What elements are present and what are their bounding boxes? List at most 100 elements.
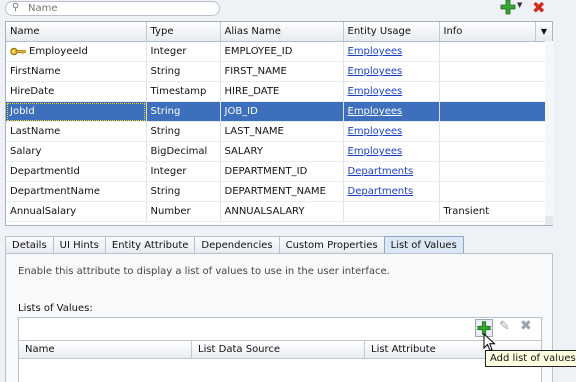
tab-custom-properties[interactable]: Custom Properties [278,236,385,254]
entity-usage-link[interactable]: Employees [348,86,403,97]
search-icon: ⚲ [12,2,20,13]
tooltip: Add list of values [485,350,576,367]
attribute-name-text: DepartmentName [10,186,101,197]
attribute-name-cell[interactable]: FirstName [6,61,147,82]
attributes-table[interactable]: Name Type Alias Name Entity Usage Info E… [5,21,553,226]
entity-usage-cell[interactable]: Employees [343,81,440,102]
table-row[interactable]: DepartmentId Integer DEPARTMENT_ID Departme… [6,161,547,182]
entity-usage-link[interactable]: Employees [348,106,403,117]
alias-name-cell[interactable]: EMPLOYEE_ID [220,41,344,62]
entity-usage-cell[interactable]: Employees [343,41,440,62]
vertical-scrollbar[interactable] [545,41,553,224]
entity-usage-cell[interactable]: Employees [343,141,440,162]
attribute-name-text: FirstName [10,66,61,77]
attribute-type-cell[interactable]: String [146,121,221,142]
table-row[interactable]: FirstName String FIRST_NAME Employees [6,61,547,82]
entity-usage-link[interactable]: Departments [348,166,414,177]
attribute-name-text: JobId [10,106,35,117]
alias-name-cell[interactable]: FIRST_NAME [220,61,344,82]
entity-usage-link[interactable]: Employees [348,126,403,137]
attribute-name-cell[interactable]: AnnualSalary [6,201,147,222]
entity-usage-link[interactable]: Departments [348,186,414,197]
attribute-name-cell[interactable]: DepartmentName [6,181,147,202]
alias-name-cell[interactable]: LAST_NAME [220,121,344,142]
tab-bar: Details UI Hints Entity Attribute Dependenc… [5,236,464,254]
attribute-name-text: Salary [10,146,42,157]
lov-table-header: Name List Data Source List Attribute [19,340,541,359]
alias-name-cell[interactable]: SALARY [220,141,344,162]
entity-usage-cell[interactable]: Departments [343,181,440,202]
tab-entity-attribute[interactable]: Entity Attribute [104,236,196,254]
entity-usage-link[interactable]: Employees [348,46,403,57]
attribute-name-text: EmployeeId [29,46,88,57]
column-header-type[interactable]: Type [146,22,221,42]
attribute-type-cell[interactable]: String [146,101,221,122]
attribute-type-cell[interactable]: String [146,61,221,82]
lists-of-values-label: Lists of Values: [18,303,93,314]
search-input[interactable] [28,3,213,14]
attribute-type-cell[interactable]: Integer [146,41,221,62]
info-cell[interactable] [439,101,547,122]
delete-icon[interactable]: ✖ [532,0,545,17]
delete-list-of-values-button[interactable]: ✖ [520,318,532,334]
tab-dependencies[interactable]: Dependencies [194,236,280,254]
info-cell[interactable] [439,121,547,142]
table-row[interactable]: DepartmentName String DEPARTMENT_NAME Depar… [6,181,547,202]
column-header-info[interactable]: Info [439,22,547,42]
alias-name-cell[interactable]: DEPARTMENT_NAME [220,181,344,202]
alias-name-cell[interactable]: DEPARTMENT_ID [220,161,344,182]
column-header-entity-usage[interactable]: Entity Usage [343,22,440,42]
entity-usage-link[interactable]: Employees [348,146,403,157]
attribute-name-cell[interactable]: HireDate [6,81,147,102]
entity-usage-cell[interactable] [343,201,440,222]
info-cell[interactable] [439,141,547,162]
alias-name-cell[interactable]: JOB_ID [220,101,344,122]
chevron-down-icon[interactable]: ▼ [517,1,522,9]
attribute-type-cell[interactable]: Timestamp [146,81,221,102]
add-icon[interactable] [500,0,516,15]
edit-list-of-values-button[interactable]: ✎ [499,319,510,334]
column-header-name[interactable]: Name [6,22,147,42]
attribute-name-cell[interactable]: DepartmentId [6,161,147,182]
info-cell[interactable]: Transient [439,201,547,222]
entity-usage-cell[interactable]: Employees [343,101,440,122]
info-cell[interactable] [439,161,547,182]
column-header-lov-name[interactable]: Name [19,341,192,358]
column-header-alias[interactable]: Alias Name [220,22,344,42]
attribute-type-cell[interactable]: Integer [146,161,221,182]
tab-list-of-values[interactable]: List of Values [383,236,464,254]
attribute-type-cell[interactable]: String [146,181,221,202]
info-cell[interactable] [439,61,547,82]
tab-ui-hints[interactable]: UI Hints [52,236,106,254]
entity-usage-cell[interactable]: Employees [343,61,440,82]
attribute-name-cell[interactable]: JobId [6,101,147,122]
table-row[interactable]: HireDate Timestamp HIRE_DATE Employees [6,81,547,102]
attribute-name-cell[interactable]: EmployeeId [6,41,147,62]
attribute-name-cell[interactable]: Salary [6,141,147,162]
panel-description: Enable this attribute to display a list … [18,266,390,277]
search-field[interactable]: ⚲ [5,1,220,16]
entity-usage-link[interactable]: Employees [348,66,403,77]
info-cell[interactable] [439,81,547,102]
table-header: Name Type Alias Name Entity Usage Info [6,22,547,42]
alias-name-cell[interactable]: ANNUALSALARY [220,201,344,222]
table-row[interactable]: AnnualSalary Number ANNUALSALARY Transient [6,201,547,222]
table-row[interactable]: JobId String JOB_ID Employees [6,101,547,122]
primary-key-icon [10,47,26,56]
attribute-name-text: DepartmentId [10,166,80,177]
table-row[interactable]: LastName String LAST_NAME Employees [6,121,547,142]
alias-name-cell[interactable]: HIRE_DATE [220,81,344,102]
table-row[interactable]: Salary BigDecimal SALARY Employees [6,141,547,162]
attribute-type-cell[interactable]: BigDecimal [146,141,221,162]
entity-usage-cell[interactable]: Departments [343,161,440,182]
column-menu-icon[interactable]: ▼ [535,22,552,41]
info-cell[interactable] [439,181,547,202]
table-row[interactable]: EmployeeId Integer EMPLOYEE_ID Employees [6,41,547,62]
info-cell[interactable] [439,41,547,62]
tab-details[interactable]: Details [5,236,54,254]
attribute-name-cell[interactable]: LastName [6,121,147,142]
column-header-list-data-source[interactable]: List Data Source [192,341,365,358]
attribute-type-cell[interactable]: Number [146,201,221,222]
entity-usage-cell[interactable]: Employees [343,121,440,142]
attribute-name-text: HireDate [10,86,55,97]
